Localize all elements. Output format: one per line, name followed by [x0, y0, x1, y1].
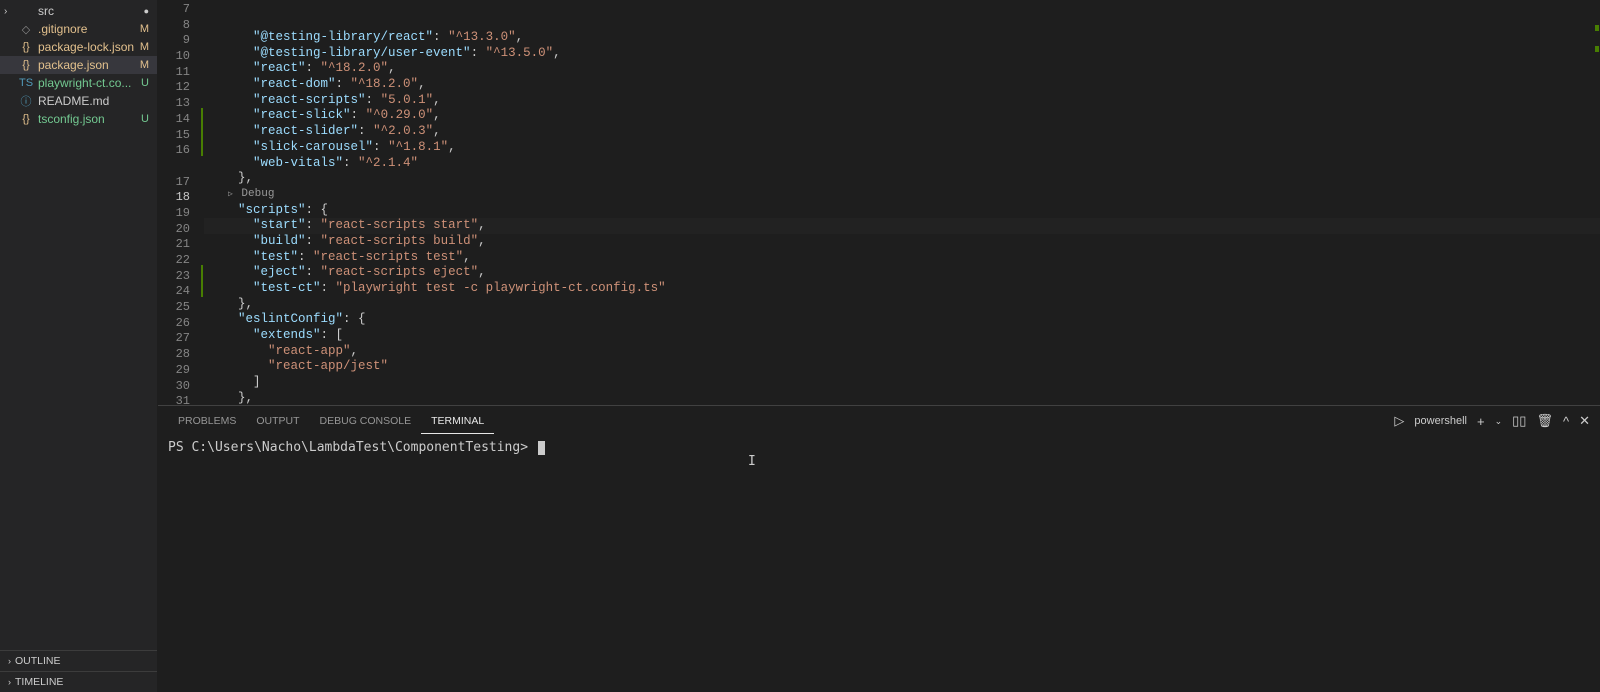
terminal-prompt: PS C:\Users\Nacho\LambdaTest\ComponentTe… [168, 440, 528, 455]
file-explorer-sidebar: ›src●◇.gitignoreM{}package-lock.jsonM{}p… [0, 0, 158, 692]
file-name-label: .gitignore [38, 22, 140, 36]
git-gutter-modified [201, 265, 203, 281]
editor-pane: 78910111213141516 1718192021222324252627… [158, 0, 1600, 405]
panel-tab-debug-console[interactable]: DEBUG CONSOLE [310, 409, 422, 433]
split-terminal-icon[interactable]: ▯▯ [1512, 413, 1526, 429]
file-list: ›src●◇.gitignoreM{}package-lock.jsonM{}p… [0, 0, 157, 650]
git-status-badge: M [140, 23, 153, 35]
code-line[interactable]: "react-slick": "^0.29.0", [204, 108, 1600, 124]
file-item-src[interactable]: › src● [0, 2, 157, 20]
codelens-debug[interactable]: ▷ Debug [204, 187, 1600, 203]
file-name-label: package-lock.json [38, 40, 140, 54]
main-area: 78910111213141516 1718192021222324252627… [158, 0, 1600, 692]
chevron-right-icon: › [4, 6, 7, 17]
panel-tab-output[interactable]: OUTPUT [246, 409, 309, 433]
git-gutter-modified [201, 124, 203, 140]
code-line[interactable]: "@testing-library/user-event": "^13.5.0"… [204, 46, 1600, 62]
file-name-label: src [38, 4, 144, 18]
minimap-scrollbar[interactable] [1588, 0, 1600, 405]
git-status-badge: U [141, 77, 153, 89]
code-line[interactable]: "test": "react-scripts test", [204, 250, 1600, 266]
code-line[interactable]: "test-ct": "playwright test -c playwrigh… [204, 281, 1600, 297]
file-name-label: package.json [38, 58, 140, 72]
code-line[interactable]: "react-app/jest" [204, 359, 1600, 375]
file-type-icon: {} [18, 113, 34, 125]
file-type-icon: ◇ [18, 23, 34, 36]
kill-terminal-icon[interactable]: 🗑 [1536, 413, 1553, 429]
code-line[interactable]: "extends": [ [204, 328, 1600, 344]
git-gutter-modified [201, 108, 203, 124]
maximize-panel-icon[interactable]: ^ [1563, 414, 1569, 429]
shell-label[interactable]: powershell [1414, 415, 1467, 427]
code-line[interactable]: }, [204, 391, 1600, 405]
file-item-tsconfig-json[interactable]: {} tsconfig.jsonU [0, 110, 157, 128]
file-type-icon: ⓘ [18, 93, 34, 109]
code-line[interactable]: }, [204, 171, 1600, 187]
text-cursor-icon: I [748, 454, 749, 472]
git-status-badge: M [140, 41, 153, 53]
code-line[interactable]: "slick-carousel": "^1.8.1", [204, 140, 1600, 156]
outline-label: OUTLINE [15, 655, 61, 667]
code-line[interactable]: "start": "react-scripts start", [204, 218, 1600, 234]
file-item-package-lock-json[interactable]: {} package-lock.jsonM [0, 38, 157, 56]
git-gutter-modified [201, 140, 203, 156]
close-panel-icon[interactable]: ✕ [1579, 413, 1590, 429]
terminal-cursor [538, 441, 545, 455]
code-line[interactable]: "react-dom": "^18.2.0", [204, 77, 1600, 93]
code-line[interactable]: "react-slider": "^2.0.3", [204, 124, 1600, 140]
file-item-package-json[interactable]: {} package.jsonM [0, 56, 157, 74]
minimap-change-marker [1595, 25, 1599, 31]
chevron-down-icon[interactable]: ⌄ [1495, 416, 1503, 427]
panel-tab-bar: PROBLEMSOUTPUTDEBUG CONSOLETERMINAL ▷ po… [158, 406, 1600, 436]
file-name-label: playwright-ct.co... [38, 76, 141, 90]
code-line[interactable]: "react-scripts": "5.0.1", [204, 93, 1600, 109]
code-line[interactable]: }, [204, 297, 1600, 313]
file-name-label: README.md [38, 94, 153, 108]
code-area[interactable]: "@testing-library/react": "^13.3.0", "@t… [204, 0, 1600, 405]
git-status-badge: M [140, 59, 153, 71]
timeline-section[interactable]: › TIMELINE [0, 671, 157, 692]
code-line[interactable]: "web-vitals": "^2.1.4" [204, 156, 1600, 172]
terminal-profile-icon[interactable]: ▷ [1394, 413, 1404, 429]
code-line[interactable]: "eslintConfig": { [204, 312, 1600, 328]
terminal-body[interactable]: PS C:\Users\Nacho\LambdaTest\ComponentTe… [158, 436, 1600, 692]
code-line[interactable]: "scripts": { [204, 203, 1600, 219]
file-item--gitignore[interactable]: ◇ .gitignoreM [0, 20, 157, 38]
git-status-badge: U [141, 113, 153, 125]
code-line[interactable]: "eject": "react-scripts eject", [204, 265, 1600, 281]
file-type-icon: {} [18, 59, 34, 71]
panel-tab-problems[interactable]: PROBLEMS [168, 409, 246, 433]
outline-section[interactable]: › OUTLINE [0, 650, 157, 671]
minimap-change-marker [1595, 46, 1599, 52]
file-type-icon: {} [18, 41, 34, 53]
file-type-icon: TS [18, 77, 34, 89]
panel-tab-terminal[interactable]: TERMINAL [421, 409, 494, 434]
file-name-label: tsconfig.json [38, 112, 141, 126]
chevron-right-icon: › [8, 656, 11, 666]
git-status-badge: ● [144, 6, 153, 16]
code-line[interactable]: ] [204, 375, 1600, 391]
code-line[interactable]: "react": "^18.2.0", [204, 61, 1600, 77]
panel-actions: ▷ powershell + ⌄ ▯▯ 🗑 ^ ✕ [1394, 413, 1590, 429]
file-item-readme-md[interactable]: ⓘ README.md [0, 92, 157, 110]
chevron-right-icon: › [8, 677, 11, 687]
new-terminal-icon[interactable]: + [1477, 414, 1485, 429]
timeline-label: TIMELINE [15, 676, 63, 688]
bottom-panel: PROBLEMSOUTPUTDEBUG CONSOLETERMINAL ▷ po… [158, 405, 1600, 692]
code-line[interactable]: "@testing-library/react": "^13.3.0", [204, 30, 1600, 46]
git-gutter-modified [201, 281, 203, 297]
code-line[interactable]: "build": "react-scripts build", [204, 234, 1600, 250]
line-number-gutter: 78910111213141516 1718192021222324252627… [158, 0, 204, 405]
code-line[interactable]: "react-app", [204, 344, 1600, 360]
file-item-playwright-ct-co---[interactable]: TS playwright-ct.co...U [0, 74, 157, 92]
